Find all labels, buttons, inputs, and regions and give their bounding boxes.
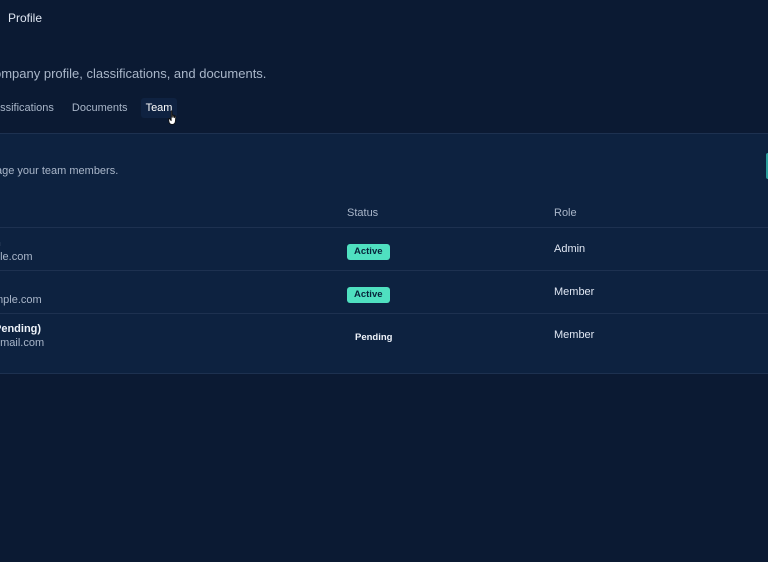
member-name: Pending) bbox=[0, 323, 42, 335]
column-header-status[interactable]: Status bbox=[347, 207, 378, 219]
table-row[interactable]: mple.com Active Member bbox=[0, 271, 768, 314]
breadcrumb-profile[interactable]: Profile bbox=[8, 11, 42, 25]
table-row[interactable]: n ple.com Active Admin bbox=[0, 228, 768, 271]
status-badge: Pending bbox=[355, 332, 393, 343]
team-settings-page: Profile ompany profile, classifications,… bbox=[0, 0, 768, 562]
status-badge: Active bbox=[347, 244, 390, 260]
member-role: Member bbox=[554, 329, 595, 341]
tab-classifications[interactable]: assifications bbox=[0, 98, 54, 118]
team-panel: age your team members. Status Role n ple… bbox=[0, 134, 768, 374]
column-header-role[interactable]: Role bbox=[554, 207, 577, 219]
member-name: n bbox=[0, 237, 1, 249]
tab-documents[interactable]: Documents bbox=[72, 98, 128, 118]
member-email: mple.com bbox=[0, 294, 42, 306]
member-email: ple.com bbox=[0, 251, 33, 263]
team-table: Status Role n ple.com Active Admin mple.… bbox=[0, 204, 768, 357]
member-email: email.com bbox=[0, 337, 45, 349]
team-description: age your team members. bbox=[0, 165, 119, 177]
page-subtitle: ompany profile, classifications, and doc… bbox=[0, 66, 267, 81]
status-badge: Active bbox=[347, 287, 390, 303]
member-role: Admin bbox=[554, 243, 586, 255]
tab-bar: assifications Documents Team bbox=[0, 98, 195, 118]
hand-pointer-icon bbox=[168, 110, 177, 125]
table-header: Status Role bbox=[0, 204, 768, 228]
table-row[interactable]: Pending) email.com Pending Member bbox=[0, 314, 768, 357]
member-role: Member bbox=[554, 286, 595, 298]
